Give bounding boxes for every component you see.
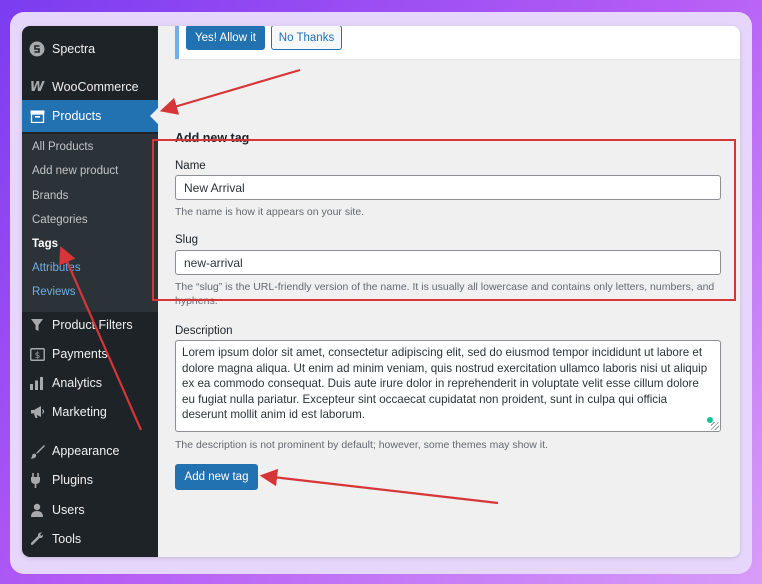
analytics-icon xyxy=(29,375,45,391)
sidebar-item-plugins[interactable]: Plugins xyxy=(22,464,158,496)
appearance-icon xyxy=(29,443,45,459)
sidebar-item-label: WooCommerce xyxy=(52,80,139,94)
users-icon xyxy=(29,502,45,518)
sidebar-item-marketing[interactable]: Marketing xyxy=(22,396,158,428)
active-indicator xyxy=(150,108,158,124)
tag-slug-input[interactable]: new-arrival xyxy=(175,250,721,275)
plugins-icon xyxy=(29,472,45,488)
sidebar-item-label: Products xyxy=(52,109,102,123)
description-textarea[interactable]: Lorem ipsum dolor sit amet, consectetur … xyxy=(175,340,721,432)
resize-handle-icon[interactable] xyxy=(711,422,719,430)
sidebar-item-products[interactable]: Products xyxy=(22,100,158,132)
sidebar-item-tools[interactable]: Tools xyxy=(22,523,158,555)
sidebar-item-label: Marketing xyxy=(52,405,107,419)
submenu-item-categories[interactable]: Categories xyxy=(32,214,88,226)
sidebar-item-users[interactable]: Users xyxy=(22,494,158,526)
products-icon xyxy=(29,108,45,124)
filter-icon xyxy=(29,317,45,333)
slug-hint: The “slug” is the URL-friendly version o… xyxy=(175,281,715,307)
svg-text:$: $ xyxy=(34,351,40,361)
sidebar-item-product-filters[interactable]: Product Filters xyxy=(22,309,158,341)
submenu-item-attributes[interactable]: Attributes xyxy=(32,262,81,274)
spectra-icon xyxy=(29,41,45,57)
submenu-item-add-new-product[interactable]: Add new product xyxy=(32,165,118,177)
description-text: Lorem ipsum dolor sit amet, consectetur … xyxy=(182,346,708,421)
sidebar-item-label: Product Filters xyxy=(52,318,133,332)
wp-admin-window: Spectra W WooCommerce Products All Produ… xyxy=(22,26,740,557)
name-label: Name xyxy=(175,160,206,172)
payments-icon: $ xyxy=(29,346,45,362)
sidebar-item-label: Plugins xyxy=(52,473,93,487)
submenu-item-all-products[interactable]: All Products xyxy=(32,141,93,153)
marketing-icon xyxy=(29,404,45,420)
submenu-item-reviews[interactable]: Reviews xyxy=(32,286,75,298)
sidebar-item-analytics[interactable]: Analytics xyxy=(22,367,158,399)
products-submenu: All Products Add new product Brands Cate… xyxy=(22,134,158,312)
add-new-tag-button[interactable]: Add new tag xyxy=(175,464,258,490)
sidebar-item-label: Users xyxy=(52,503,85,517)
submenu-item-brands[interactable]: Brands xyxy=(32,190,68,202)
sidebar-item-label: Tools xyxy=(52,532,82,546)
sidebar-item-label: Appearance xyxy=(52,444,120,458)
tools-icon xyxy=(29,531,45,547)
allow-button[interactable]: Yes! Allow it xyxy=(186,26,265,50)
sidebar-item-label: Analytics xyxy=(52,376,103,390)
sidebar-item-label: Spectra xyxy=(52,42,96,56)
name-hint: The name is how it appears on your site. xyxy=(175,206,365,218)
notice-banner: Yes! Allow it No Thanks xyxy=(175,26,740,59)
slug-label: Slug xyxy=(175,234,199,246)
admin-sidebar: Spectra W WooCommerce Products All Produ… xyxy=(22,26,158,557)
sidebar-item-woocommerce[interactable]: W WooCommerce xyxy=(22,71,158,103)
woocommerce-icon: W xyxy=(29,79,45,95)
submenu-item-tags[interactable]: Tags xyxy=(32,238,58,250)
description-label: Description xyxy=(175,325,233,337)
sidebar-item-label: Payments xyxy=(52,347,108,361)
main-content: Yes! Allow it No Thanks Add new tag Name… xyxy=(158,26,740,557)
no-thanks-button[interactable]: No Thanks xyxy=(271,26,342,50)
form-heading: Add new tag xyxy=(175,131,250,145)
sidebar-item-spectra[interactable]: Spectra xyxy=(22,33,158,65)
sidebar-item-payments[interactable]: $ Payments xyxy=(22,338,158,370)
tag-name-input[interactable]: New Arrival xyxy=(175,175,721,200)
sidebar-item-appearance[interactable]: Appearance xyxy=(22,435,158,467)
description-hint: The description is not prominent by defa… xyxy=(175,439,548,451)
